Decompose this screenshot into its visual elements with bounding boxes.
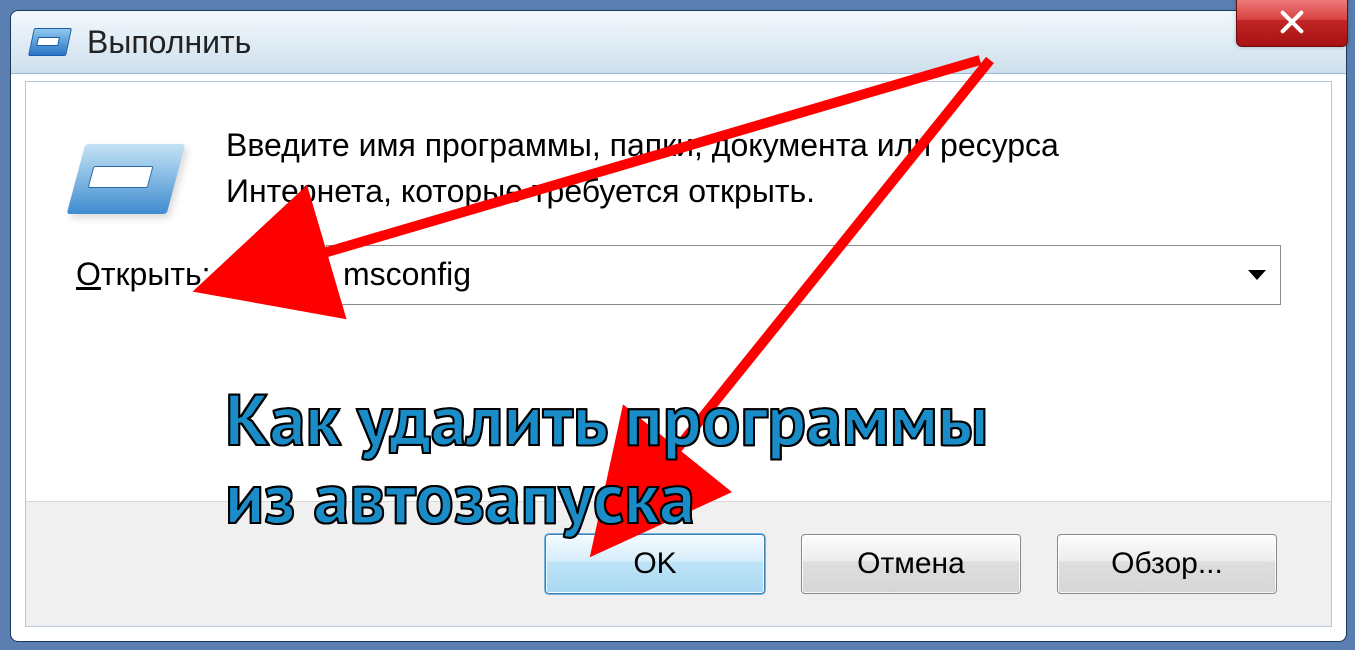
run-dialog-icon xyxy=(28,28,72,56)
open-label: Открыть: xyxy=(76,256,326,293)
ok-button[interactable]: OK xyxy=(545,534,765,594)
annotation-caption: Как удалить программы из автозапуска xyxy=(225,380,1325,536)
cancel-button[interactable]: Отмена xyxy=(801,534,1021,594)
dropdown-arrow-icon[interactable] xyxy=(1248,270,1266,280)
dialog-content: Введите имя программы, папки, документа … xyxy=(26,82,1331,215)
browse-button[interactable]: Обзор... xyxy=(1057,534,1277,594)
open-combobox[interactable] xyxy=(326,245,1281,305)
close-button[interactable] xyxy=(1236,0,1348,47)
run-large-icon xyxy=(67,144,186,214)
description-text: Введите имя программы, папки, документа … xyxy=(226,122,1226,215)
client-area: Введите имя программы, папки, документа … xyxy=(25,81,1332,627)
window-title: Выполнить xyxy=(87,24,251,61)
run-dialog-window: Выполнить Введите имя программы, папки, … xyxy=(10,10,1347,642)
close-icon xyxy=(1278,8,1306,36)
open-input[interactable] xyxy=(341,255,1266,294)
open-row: Открыть: xyxy=(26,215,1331,305)
titlebar[interactable]: Выполнить xyxy=(11,11,1346,74)
